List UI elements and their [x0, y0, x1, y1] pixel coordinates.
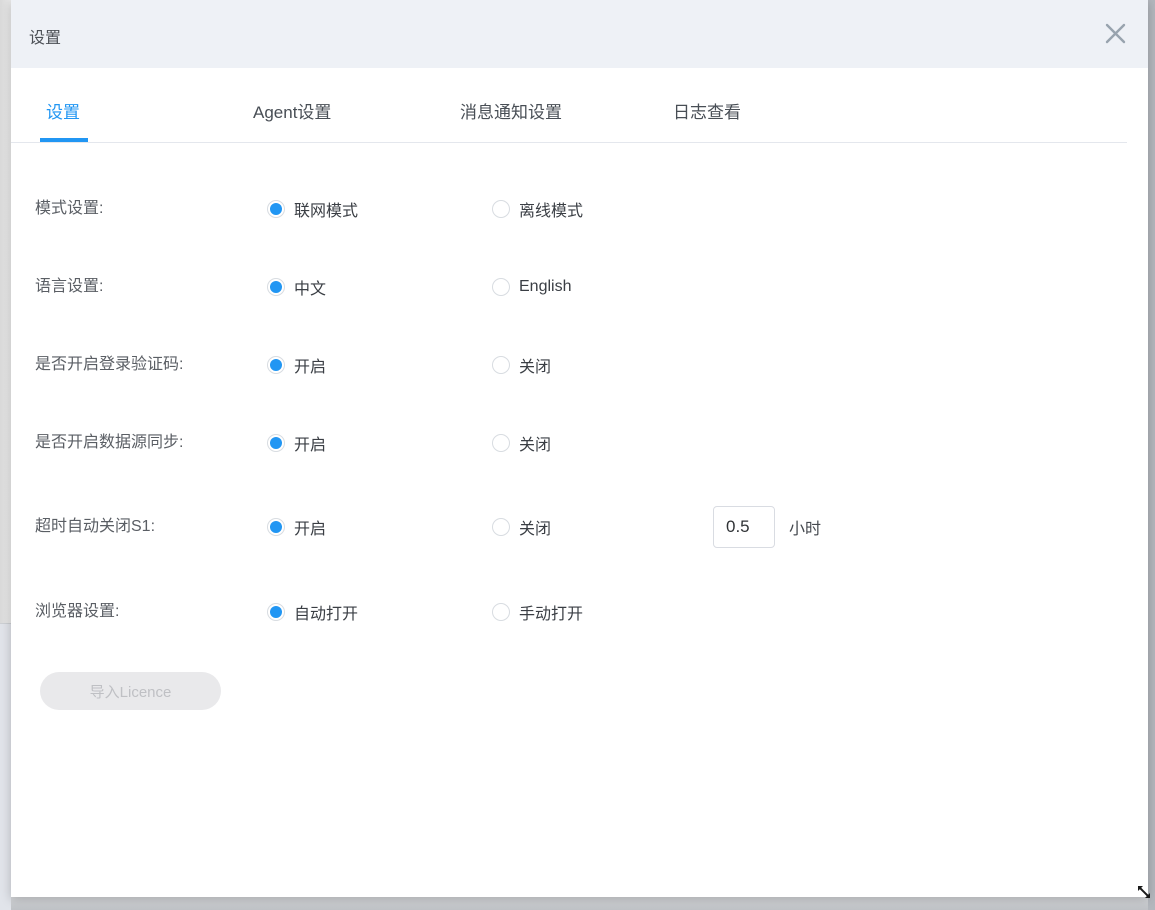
radio-selected-icon[interactable]: [267, 356, 285, 374]
radio-option-label: 关闭: [519, 515, 551, 539]
dialog-title: 设置: [29, 24, 61, 48]
radio-selected-icon[interactable]: [267, 200, 285, 218]
radio-option-label: 自动打开: [294, 600, 358, 624]
row-browser-setting: 浏览器设置: 自动打开 手动打开: [11, 601, 1148, 623]
radio-unselected-icon[interactable]: [492, 278, 510, 296]
background-right: [1148, 0, 1155, 910]
close-icon[interactable]: [1103, 21, 1128, 46]
setting-label: 是否开启登录验证码:: [35, 354, 183, 376]
radio-option[interactable]: 关闭: [492, 432, 551, 454]
background-left-top: [0, 0, 11, 623]
radio-option[interactable]: 关闭: [492, 516, 551, 538]
radio-option-label: 离线模式: [519, 197, 583, 221]
radio-option-label: 中文: [294, 275, 326, 299]
tab-message-notification-settings[interactable]: 消息通知设置: [460, 98, 562, 123]
radio-option[interactable]: 关闭: [492, 354, 551, 376]
setting-label: 模式设置:: [35, 198, 103, 220]
radio-option-label: English: [519, 278, 571, 296]
background-left-bottom: [0, 623, 11, 910]
radio-option-label: 联网模式: [294, 197, 358, 221]
row-language-setting: 语言设置: 中文 English: [11, 276, 1148, 298]
resize-cursor-icon: [1137, 885, 1151, 899]
dialog-header: 设置: [11, 0, 1148, 68]
radio-option-label: 开启: [294, 431, 326, 455]
radio-unselected-icon[interactable]: [492, 356, 510, 374]
radio-option[interactable]: 开启: [267, 354, 326, 376]
row-mode-setting: 模式设置: 联网模式 离线模式: [11, 198, 1148, 220]
radio-unselected-icon[interactable]: [492, 603, 510, 621]
settings-dialog: 设置 设置 Agent设置 消息通知设置 日志查看 导入Licence 模式设置: 联网…: [11, 0, 1148, 897]
setting-label: 超时自动关闭S1:: [35, 516, 155, 538]
radio-option-label: 关闭: [519, 431, 551, 455]
radio-option[interactable]: 开启: [267, 432, 326, 454]
radio-option[interactable]: 联网模式: [267, 198, 358, 220]
radio-option-label: 开启: [294, 353, 326, 377]
radio-unselected-icon[interactable]: [492, 518, 510, 536]
hours-unit-label: 小时: [789, 515, 821, 539]
radio-option[interactable]: 开启: [267, 516, 326, 538]
tabs-bar: 设置 Agent设置 消息通知设置 日志查看: [11, 68, 1148, 143]
radio-option[interactable]: English: [492, 276, 571, 298]
import-licence-button[interactable]: 导入Licence: [40, 672, 221, 710]
radio-option[interactable]: 中文: [267, 276, 326, 298]
radio-option-label: 开启: [294, 515, 326, 539]
radio-option[interactable]: 离线模式: [492, 198, 583, 220]
radio-selected-icon[interactable]: [267, 278, 285, 296]
row-auto-close-timeout-setting: 超时自动关闭S1: 开启 关闭 小时: [11, 516, 1148, 538]
radio-option-label: 关闭: [519, 353, 551, 377]
tab-settings[interactable]: 设置: [46, 98, 80, 123]
setting-label: 语言设置:: [35, 276, 103, 298]
tabs-divider: [11, 142, 1127, 143]
row-datasource-sync-setting: 是否开启数据源同步: 开启 关闭: [11, 432, 1148, 454]
radio-selected-icon[interactable]: [267, 518, 285, 536]
radio-unselected-icon[interactable]: [492, 200, 510, 218]
timeout-input-group: 小时: [713, 506, 821, 548]
radio-option[interactable]: 手动打开: [492, 601, 583, 623]
radio-selected-icon[interactable]: [267, 434, 285, 452]
radio-option[interactable]: 自动打开: [267, 601, 358, 623]
timeout-hours-input[interactable]: [713, 506, 775, 548]
background-bottom: [11, 897, 1148, 910]
setting-label: 浏览器设置:: [35, 601, 119, 623]
row-login-captcha-setting: 是否开启登录验证码: 开启 关闭: [11, 354, 1148, 376]
radio-unselected-icon[interactable]: [492, 434, 510, 452]
setting-label: 是否开启数据源同步:: [35, 432, 183, 454]
radio-selected-icon[interactable]: [267, 603, 285, 621]
tab-agent-settings[interactable]: Agent设置: [253, 98, 331, 123]
radio-option-label: 手动打开: [519, 600, 583, 624]
tab-log-view[interactable]: 日志查看: [673, 98, 741, 123]
